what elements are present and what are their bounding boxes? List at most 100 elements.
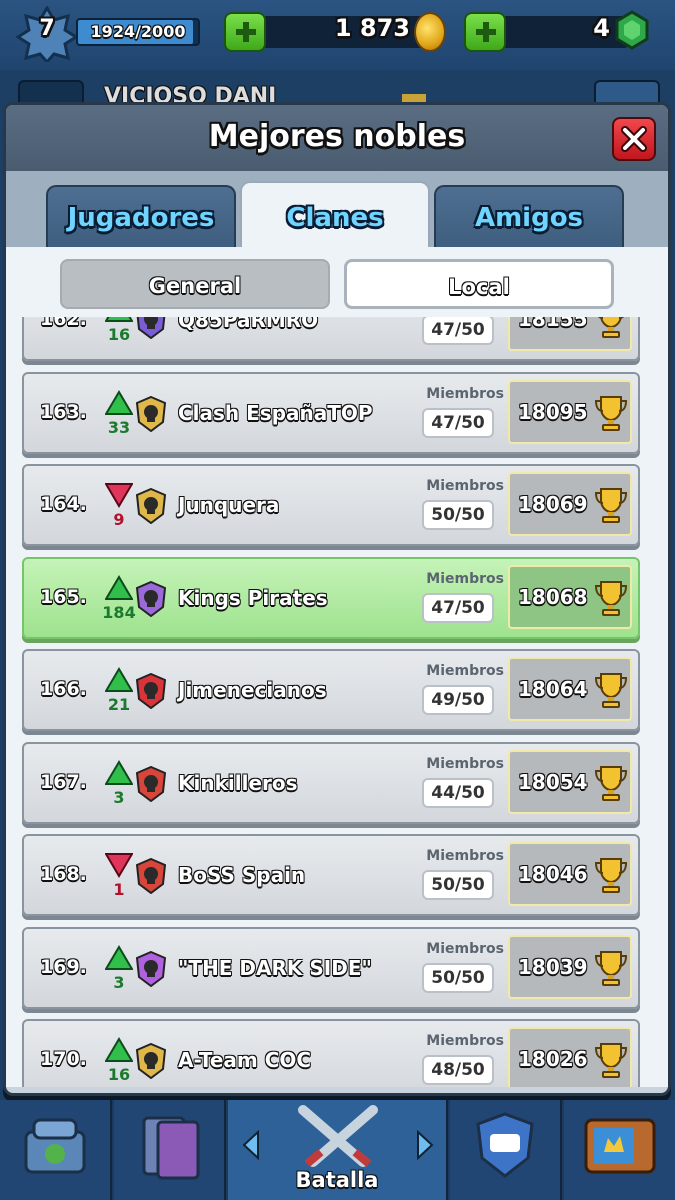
trophy-box: 18068 [508,564,632,629]
clan-row[interactable]: 164. 9 Junquera Miembros 50/50 18069 [22,464,640,546]
trend-down-icon [105,483,133,508]
clan-row[interactable]: 166. 21 Jimenecianos Miembros 49/50 18064 [22,649,640,731]
trend-up-icon [105,667,133,692]
trophy-box: 18069 [508,472,632,536]
rank-change: 33 [102,386,136,446]
trophy-icon [594,580,628,616]
clan-trophies: 18039 [518,954,588,979]
subtab-local[interactable]: Local [344,259,614,309]
members-count: 44/50 [422,777,494,808]
rank-change-value: 3 [113,972,125,992]
clan-name: Kinkilleros [178,770,298,795]
clan-name: "THE DARK SIDE" [178,955,372,980]
members-label: Miembros [426,570,504,587]
members-count: 50/50 [422,870,494,900]
clan-name: Clash EspañaTOP [178,400,373,425]
tab-label: Clanes [286,203,384,233]
nav-cards[interactable] [114,1100,226,1200]
modal-title: Mejores nobles [208,119,466,154]
clan-trophies: 18026 [518,1047,588,1071]
clan-row[interactable]: 162.16Q85PaRMROMiembros47/5018155 [22,317,640,361]
trophy-box: 18054 [508,749,632,814]
clan-name: A-Team COC [178,1048,312,1072]
clan-badge-icon [136,488,166,524]
clan-badge-icon [136,1043,166,1079]
add-gems-button[interactable] [464,12,506,52]
chevron-right-icon[interactable] [414,1130,436,1160]
tab-clanes[interactable]: Clanes [240,181,430,247]
clan-name: Q85PaRMRO [178,317,319,332]
chest-icon [24,1118,86,1174]
close-icon [621,126,647,152]
tab-label: Jugadores [67,203,215,233]
clan-list[interactable]: 162.16Q85PaRMROMiembros47/5018155163.33C… [6,317,668,1087]
nav-battle[interactable]: Batalla [228,1100,448,1200]
trophy-box: 18064 [508,657,632,721]
gem-icon [615,10,649,50]
clan-badge-icon [136,395,166,432]
level-badge[interactable]: 7 [15,5,79,65]
nav-tv[interactable] [564,1100,675,1200]
rank-change-value: 1 [113,880,125,899]
members-label: Miembros [426,385,504,402]
clan-rank: 163. [40,400,87,423]
rank-change-value: 184 [102,602,136,622]
clan-trophies: 18068 [518,584,588,609]
clan-badge-icon [136,317,166,339]
rank-change-value: 16 [107,325,131,344]
level-number: 7 [39,16,55,41]
members-count: 50/50 [422,500,494,530]
members-count: 49/50 [422,685,494,715]
clan-row[interactable]: 169. 3 "THE DARK SIDE" Miembros 50/50 18039 [22,926,640,1009]
nav-shop[interactable] [0,1100,112,1200]
subtab-general[interactable]: General [60,259,330,309]
chevron-left-icon[interactable] [240,1130,262,1160]
subtab-label: General [148,274,242,298]
close-button[interactable] [612,117,656,161]
clan-rank: 164. [40,493,87,515]
clan-rank: 162. [40,317,87,330]
members-count: 48/50 [422,1055,494,1085]
clan-trophies: 18046 [518,862,588,886]
clan-name: BoSS Spain [178,863,306,887]
xp-bar: 1924/2000 [76,18,200,46]
tab-amigos[interactable]: Amigos [434,185,624,247]
clan-row[interactable]: 170. 16 A-Team COC Miembros 48/50 18026 [22,1019,640,1087]
rank-change: 3 [102,941,136,1001]
clan-trophies: 18095 [518,399,588,424]
clan-trophies: 18069 [518,492,588,516]
trophy-icon [594,673,628,708]
clan-name: Junquera [178,493,280,517]
clan-row[interactable]: 163. 33 Clash EspañaTOP Miembros 47/50 18095 [22,371,640,454]
trophy-icon [594,858,628,893]
trophy-icon [594,765,628,801]
clan-row[interactable]: 168. 1 BoSS Spain Miembros 50/50 18046 [22,834,640,916]
xp-text: 1924/2000 [90,22,186,41]
clan-trophies: 18054 [518,769,588,794]
rank-change: 9 [102,478,136,538]
trophy-box: 18155 [508,317,632,351]
trend-up-icon [105,759,133,785]
trophy-icon [594,950,628,986]
members-label: Miembros [426,848,504,864]
battle-label: Batalla [295,1168,379,1192]
trend-up-icon [105,1037,133,1062]
clan-row[interactable]: 167. 3 Kinkilleros Miembros 44/50 18054 [22,741,640,824]
clan-rank: 166. [40,678,87,700]
clan-row[interactable]: 165. 184 Kings Pirates Miembros 47/50 18068 [22,556,640,639]
trend-up-icon [105,944,133,970]
nav-social[interactable] [450,1100,562,1200]
add-gold-button[interactable] [224,12,266,52]
clan-rank: 167. [40,770,87,793]
leaderboard-modal: Mejores nobles Jugadores Clanes Amigos G… [3,102,671,1096]
resource-bar: 7 1924/2000 1 873 4 [0,0,675,70]
trophy-box: 18026 [508,1027,632,1087]
rank-change-value: 33 [107,417,131,437]
tab-label: Amigos [474,203,584,233]
scope-switch: General Local [6,247,668,317]
rank-change-value: 21 [107,695,131,714]
leaderboard-tabs: Jugadores Clanes Amigos [6,171,668,247]
tab-jugadores[interactable]: Jugadores [46,185,236,247]
trophy-icon [597,317,625,338]
members-count: 50/50 [422,962,494,993]
